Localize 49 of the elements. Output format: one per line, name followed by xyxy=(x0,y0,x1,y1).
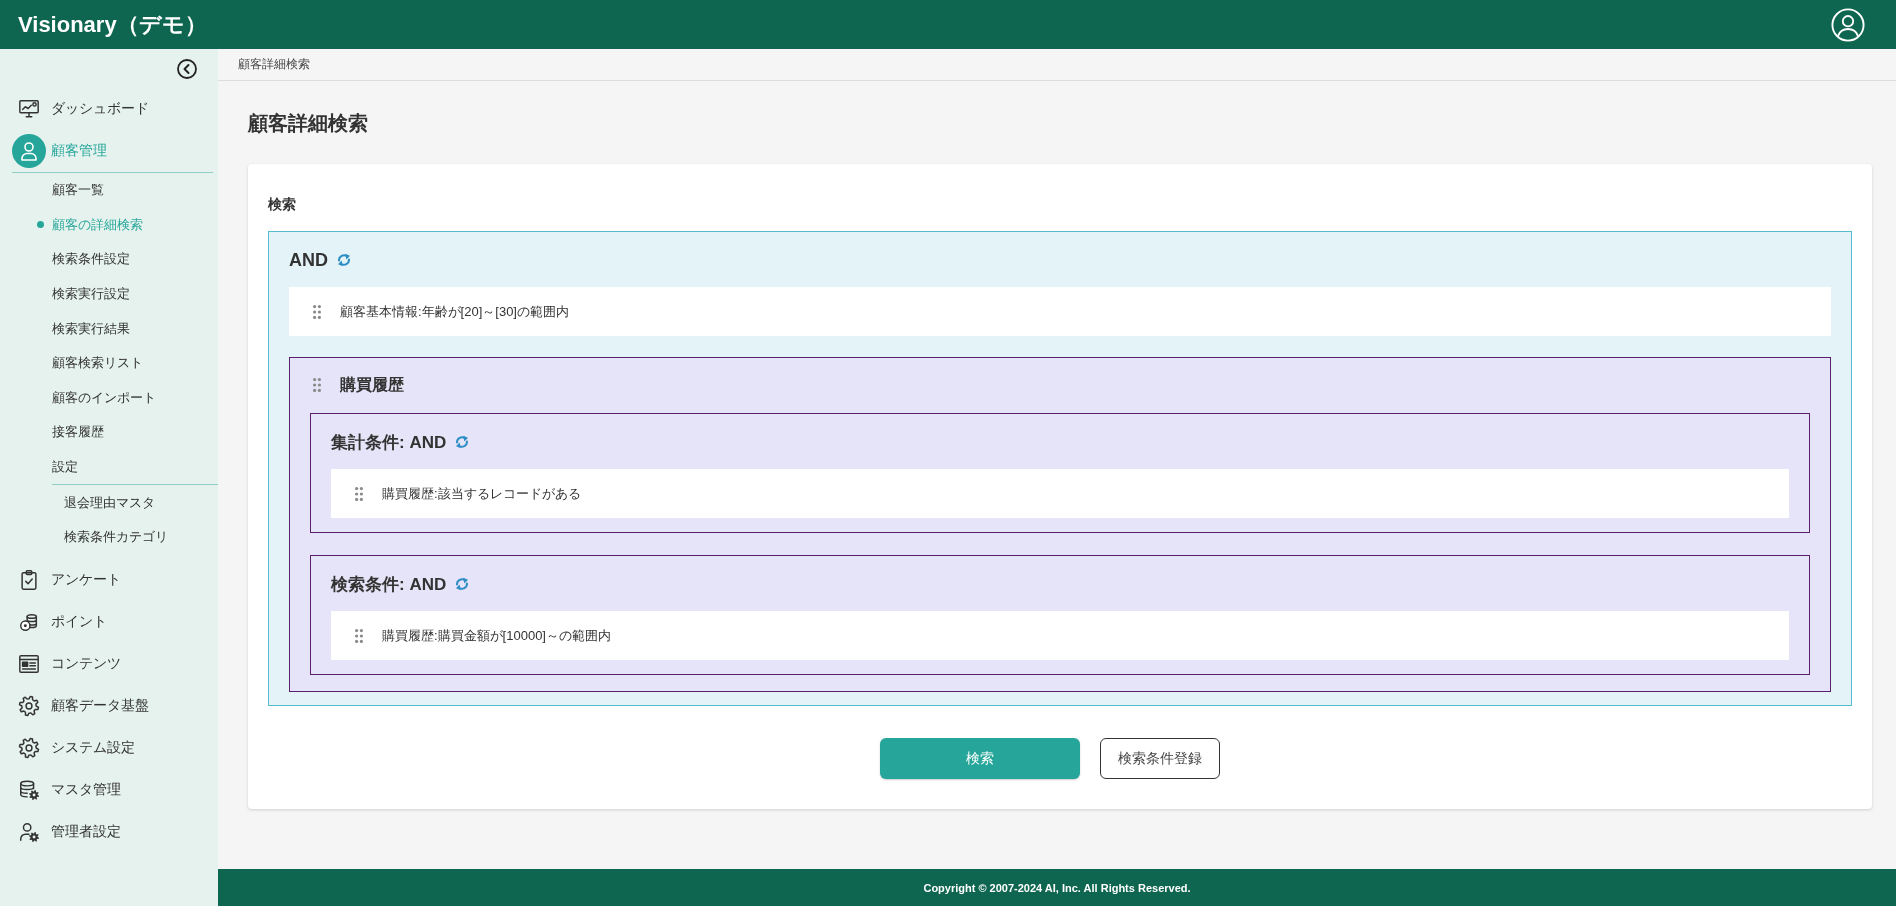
dot-icon xyxy=(37,221,44,229)
nav-subitem[interactable]: 接客履歴 xyxy=(52,415,104,450)
page-title: 顧客詳細検索 xyxy=(248,111,369,135)
refresh-icon[interactable] xyxy=(454,434,471,450)
refresh-icon[interactable] xyxy=(336,252,352,268)
nav-subsubitem[interactable]: 検索条件カテゴリ xyxy=(64,519,168,555)
breadcrumb-item: 顧客詳細検索 xyxy=(238,57,310,72)
database-gear-icon xyxy=(18,778,40,801)
nav-subitem[interactable]: 設定 xyxy=(52,449,78,485)
nav-item[interactable]: コンテンツ xyxy=(18,642,121,685)
nav-item[interactable]: ダッシュボード xyxy=(18,88,149,130)
browser-window-icon xyxy=(18,652,40,675)
save-conditions-button[interactable]: 検索条件登録 xyxy=(1100,738,1220,779)
nav-subitem[interactable]: 検索条件設定 xyxy=(52,242,130,277)
condition-text: 購買履歴:該当するレコードがある xyxy=(382,484,581,503)
nav-subitem[interactable]: 検索実行設定 xyxy=(52,276,130,312)
nav-item[interactable]: システム設定 xyxy=(18,726,135,769)
drag-handle-icon[interactable] xyxy=(355,486,363,501)
nav-subsubitem[interactable]: 退会理由マスタ xyxy=(64,485,155,520)
person-icon xyxy=(12,134,46,168)
group-title: 購買履歴 xyxy=(340,374,404,395)
chevron-left-icon[interactable] xyxy=(177,59,197,79)
drag-handle-icon[interactable] xyxy=(355,628,363,643)
condition-text: 顧客基本情報:年齢が[20]～[30]の範囲内 xyxy=(340,302,569,321)
drag-handle-icon[interactable] xyxy=(313,304,321,319)
condition-text: 購買履歴:購買金額が[10000]～の範囲内 xyxy=(382,626,611,645)
gear-icon xyxy=(18,736,40,759)
nav-item[interactable]: マスタ管理 xyxy=(18,768,121,811)
nav-subitem[interactable]: 顧客検索リスト xyxy=(52,345,143,381)
clipboard-check-icon xyxy=(18,568,40,591)
nav-subitem[interactable]: 検索実行結果 xyxy=(52,311,130,346)
monitor-icon xyxy=(18,98,40,120)
refresh-icon[interactable] xyxy=(454,576,471,592)
nav-subitem[interactable]: 顧客一覧 xyxy=(52,173,104,208)
nav-item[interactable]: アンケート xyxy=(18,558,121,601)
drag-handle-icon[interactable] xyxy=(313,378,321,392)
nav-item[interactable]: ポイント xyxy=(18,600,107,643)
app-title: Visionary（デモ） xyxy=(18,10,207,39)
user-icon[interactable] xyxy=(1831,7,1865,42)
gear-icon xyxy=(18,694,40,717)
group-operator: AND xyxy=(289,249,328,271)
panel-title: 検索 xyxy=(268,195,297,214)
nav-item[interactable]: 管理者設定 xyxy=(18,810,121,853)
subgroup-heading: 集計条件: AND xyxy=(331,431,447,454)
nav-item[interactable]: 顧客データ基盤 xyxy=(18,684,149,727)
subgroup-heading: 検索条件: AND xyxy=(331,573,447,596)
copyright-text: Copyright © 2007-2024 AI, Inc. All Rights Reserved. xyxy=(923,881,1191,894)
nav-subitem[interactable]: 顧客のインポート xyxy=(52,380,156,416)
person-gear-icon xyxy=(18,820,40,843)
